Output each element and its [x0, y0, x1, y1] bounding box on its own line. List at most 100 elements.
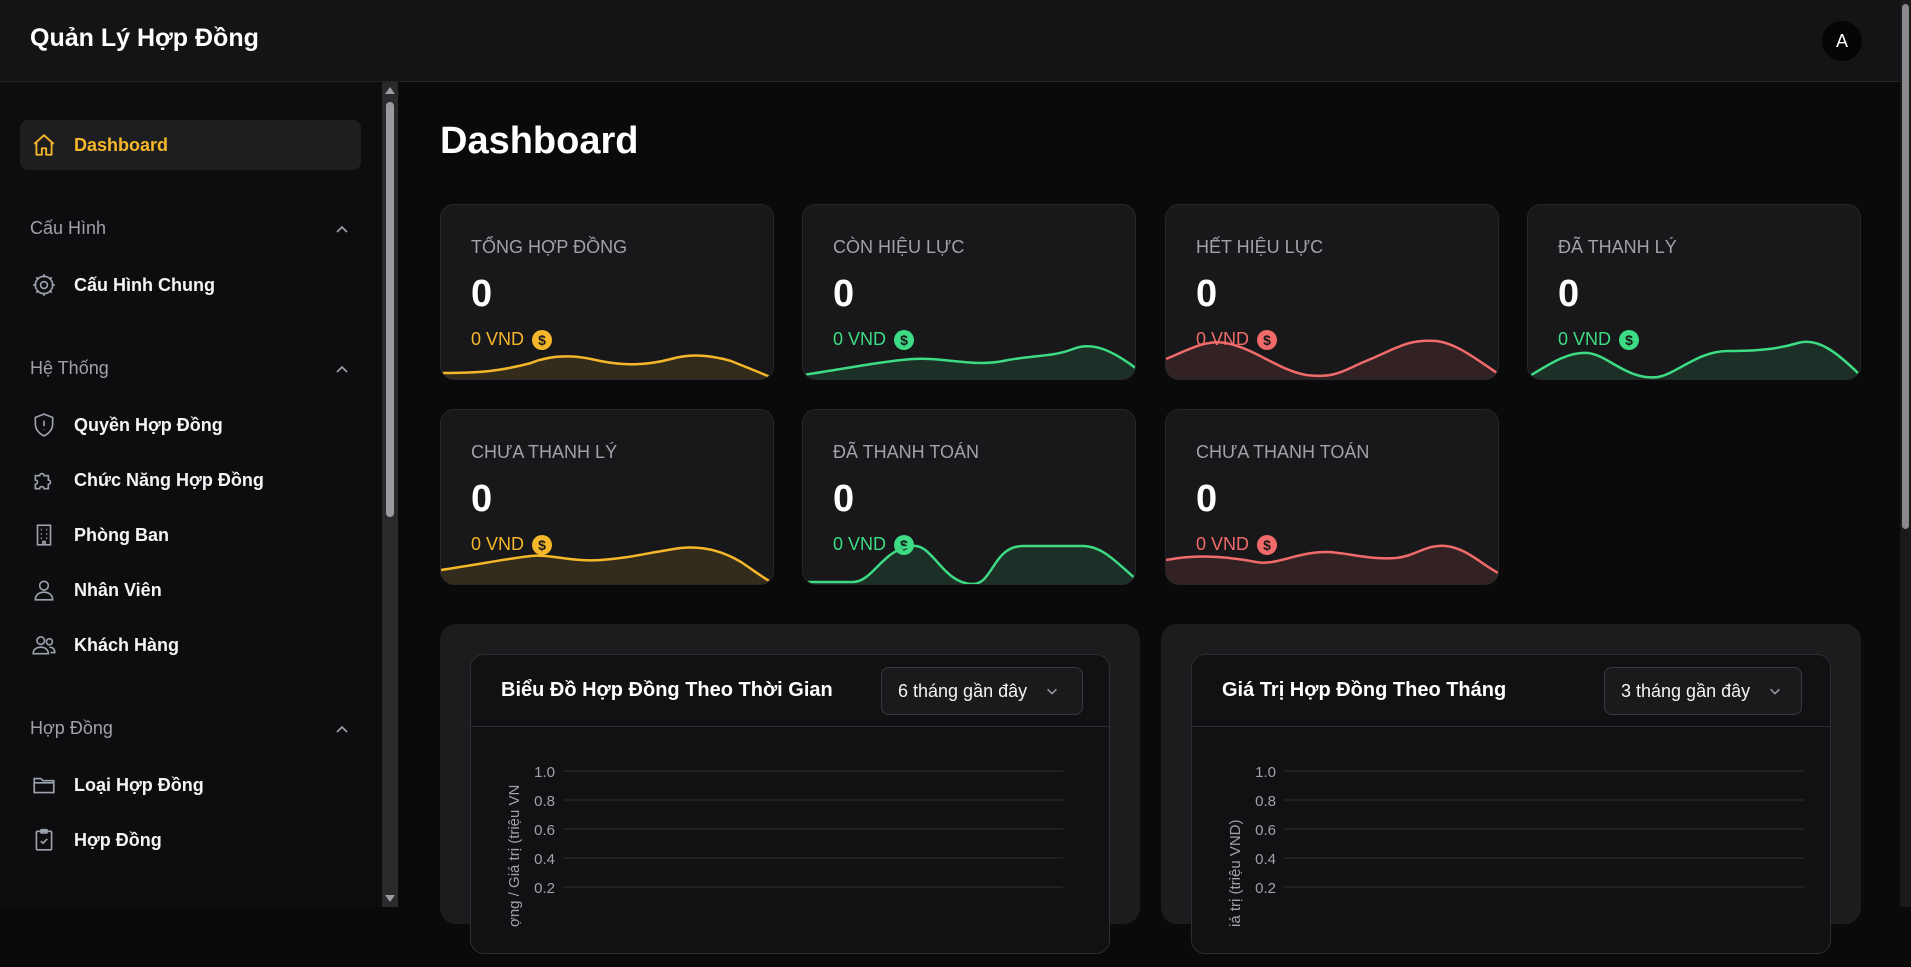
stat-card-count: 0 — [471, 478, 493, 520]
stat-card-count: 0 — [471, 273, 493, 315]
stat-card-label: CÒN HIỆU LỰC — [833, 237, 965, 257]
chart-title: Biểu Đồ Hợp Đồng Theo Thời Gian — [501, 679, 833, 701]
y-tick-label: 0.8 — [1255, 793, 1276, 810]
period-select-value: 6 tháng gần đây — [898, 680, 1028, 701]
period-select-value: 3 tháng gần đây — [1621, 680, 1751, 701]
chart-card: Biểu Đồ Hợp Đồng Theo Thời Gian 6 tháng … — [470, 654, 1110, 954]
chart-card: Giá Trị Hợp Đồng Theo Tháng 3 tháng gần … — [1191, 654, 1831, 954]
sidebar-scrollbar-thumb[interactable] — [386, 102, 394, 517]
section-title: Hợp Đồng — [30, 718, 113, 738]
stat-card: ĐÃ THANH TOÁN 0 0 VND $ — [802, 409, 1136, 585]
sidebar-item-hop-dong[interactable]: Hợp Đồng — [30, 825, 162, 855]
scroll-down-arrow-icon[interactable] — [385, 895, 395, 902]
section-cau-hinh[interactable]: Cấu Hình — [30, 218, 350, 242]
sparkline — [441, 354, 773, 379]
stat-card-label: CHƯA THANH LÝ — [471, 442, 618, 462]
chevron-up-icon[interactable] — [334, 362, 350, 378]
stat-card-label: ĐÃ THANH TOÁN — [833, 442, 980, 462]
home-icon — [30, 131, 58, 159]
sidebar-item-label: Chức Năng Hợp Đồng — [74, 469, 264, 490]
chevron-up-icon[interactable] — [334, 222, 350, 238]
chevron-down-icon — [1770, 688, 1780, 695]
users-icon — [30, 631, 58, 659]
clipboard-check-icon — [30, 826, 58, 854]
sidebar-item-label: Phòng Ban — [74, 524, 169, 545]
sidebar-item-label: Loại Hợp Đồng — [74, 774, 204, 795]
stat-card: CHƯA THANH TOÁN 0 0 VND $ — [1165, 409, 1499, 585]
building-icon — [30, 521, 58, 549]
stat-card-label: HẾT HIỆU LỰC — [1196, 237, 1324, 257]
y-tick-label: 1.0 — [534, 764, 555, 781]
y-tick-label: 0.8 — [534, 793, 555, 810]
sidebar-item-label: Hợp Đồng — [74, 829, 162, 850]
puzzle-icon — [30, 466, 58, 494]
y-axis-label: iá trị (triệu VND) — [1227, 819, 1244, 927]
stat-card-count: 0 — [833, 478, 855, 520]
gear-icon — [30, 271, 58, 299]
sidebar-item-label: Khách Hàng — [74, 634, 180, 655]
page-scrollbar[interactable] — [1900, 0, 1911, 907]
sparkline — [441, 546, 773, 584]
user-icon — [30, 576, 58, 604]
chart-area: 1.0 0.8 0.6 0.4 0.2 iá trị (triệu VND) — [1192, 727, 1830, 953]
stat-card: ĐÃ THANH LÝ 0 0 VND $ — [1527, 204, 1861, 380]
sidebar-item-phong-ban[interactable]: Phòng Ban — [30, 520, 169, 550]
app-title: Quản Lý Hợp Đồng — [30, 24, 259, 52]
sparkline — [1166, 339, 1498, 379]
sparkline — [1166, 544, 1498, 584]
section-title: Hệ Thống — [30, 358, 109, 378]
chart-header: Biểu Đồ Hợp Đồng Theo Thời Gian 6 tháng … — [471, 655, 1109, 727]
sidebar-item-label: Nhân Viên — [74, 579, 162, 600]
stat-card: HẾT HIỆU LỰC 0 0 VND $ — [1165, 204, 1499, 380]
period-select[interactable]: 3 tháng gần đây — [1604, 667, 1802, 715]
stat-card: TỔNG HỢP ĐỒNG 0 0 VND $ — [440, 204, 774, 380]
sidebar-item-label: Dashboard — [74, 134, 169, 155]
y-tick-label: 1.0 — [1255, 764, 1276, 781]
stat-card-count: 0 — [1196, 478, 1218, 520]
y-tick-label: 0.2 — [534, 880, 555, 897]
y-tick-label: 0.6 — [1255, 822, 1276, 839]
sidebar-item-khach-hang[interactable]: Khách Hàng — [30, 630, 179, 660]
chart-title: Giá Trị Hợp Đồng Theo Tháng — [1222, 679, 1507, 701]
stat-card-count: 0 — [1196, 273, 1218, 315]
shield-icon — [30, 411, 58, 439]
y-axis-label: ợng / Giá trị (triệu VN — [506, 785, 523, 927]
section-title: Cấu Hình — [30, 218, 107, 238]
page-scrollbar-thumb[interactable] — [1902, 4, 1909, 529]
y-tick-label: 0.4 — [1255, 851, 1276, 868]
sparkline — [803, 344, 1135, 379]
y-tick-label: 0.4 — [534, 851, 555, 868]
sidebar-item-cau-hinh-chung[interactable]: Cấu Hình Chung — [30, 270, 215, 300]
scroll-up-arrow-icon[interactable] — [385, 87, 395, 94]
chevron-down-icon — [1047, 688, 1057, 695]
sparkline — [1528, 340, 1860, 379]
sidebar-item-nhan-vien[interactable]: Nhân Viên — [30, 575, 162, 605]
sidebar-scrollbar[interactable] — [382, 82, 398, 907]
stat-card-label: ĐÃ THANH LÝ — [1558, 237, 1677, 257]
stat-card-count: 0 — [833, 273, 855, 315]
monthly-value-chart: 1.0 0.8 0.6 0.4 0.2 iá trị (triệu VND) — [1227, 764, 1804, 927]
y-tick-label: 0.2 — [1255, 880, 1276, 897]
user-avatar[interactable]: A — [1822, 21, 1862, 61]
chart-header: Giá Trị Hợp Đồng Theo Tháng 3 tháng gần … — [1192, 655, 1830, 727]
sidebar-item-quyen-hop-dong[interactable]: Quyền Hợp Đồng — [30, 410, 223, 440]
stat-card-label: TỔNG HỢP ĐỒNG — [471, 237, 628, 257]
section-hop-dong[interactable]: Hợp Đồng — [30, 718, 350, 742]
sidebar-item-loai-hop-dong[interactable]: Loại Hợp Đồng — [30, 770, 204, 800]
chart-panel-monthly-value: Giá Trị Hợp Đồng Theo Tháng 3 tháng gần … — [1161, 624, 1861, 954]
chart-panel-contracts-over-time: Biểu Đồ Hợp Đồng Theo Thời Gian 6 tháng … — [440, 624, 1140, 954]
sparkline — [803, 544, 1135, 584]
stat-card: CHƯA THANH LÝ 0 0 VND $ — [440, 409, 774, 585]
page-title: Dashboard — [440, 120, 639, 162]
sidebar-item-chuc-nang-hop-dong[interactable]: Chức Năng Hợp Đồng — [30, 465, 264, 495]
y-tick-label: 0.6 — [534, 822, 555, 839]
folder-icon — [30, 771, 58, 799]
chart-area: 1.0 0.8 0.6 0.4 0.2 ợng / Giá trị (triệu VN — [471, 727, 1109, 953]
period-select[interactable]: 6 tháng gần đây — [881, 667, 1083, 715]
section-he-thong[interactable]: Hệ Thống — [30, 358, 350, 382]
sidebar-item-label: Cấu Hình Chung — [74, 274, 215, 295]
sidebar-item-dashboard-link[interactable]: Dashboard — [30, 130, 168, 160]
chevron-up-icon[interactable] — [334, 722, 350, 738]
sidebar-item-label: Quyền Hợp Đồng — [74, 414, 223, 435]
top-bar: Quản Lý Hợp Đồng A — [0, 0, 1911, 82]
